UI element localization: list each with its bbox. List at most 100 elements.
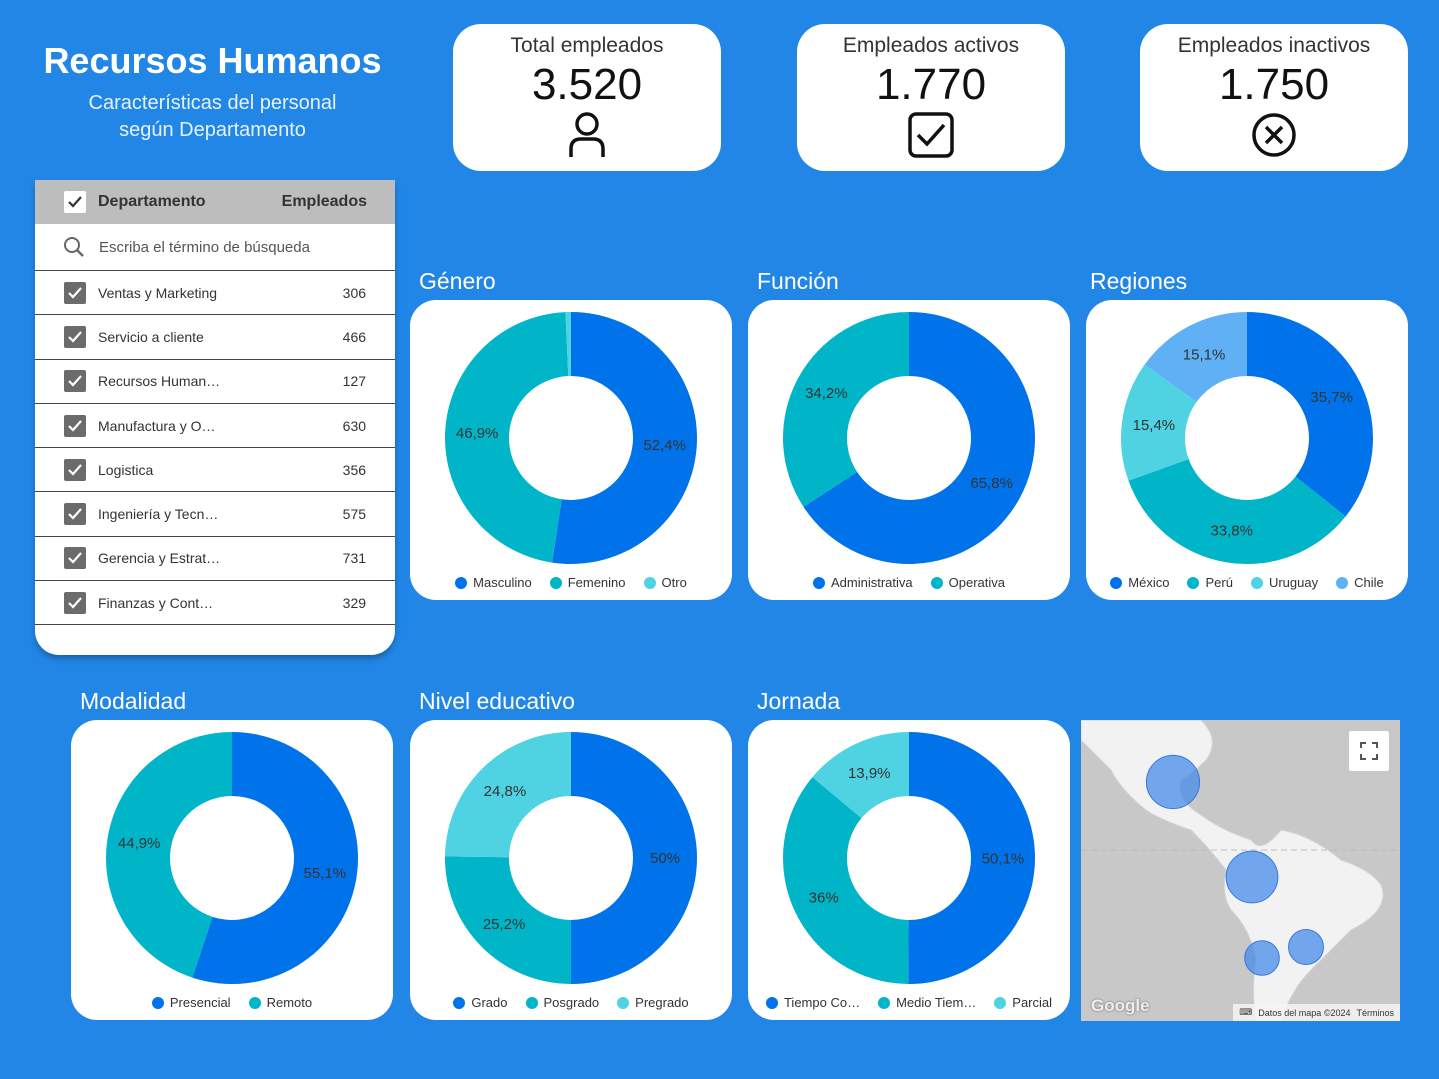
region-bubble-map[interactable]: Google ⌨ Datos del mapa ©2024 Términos bbox=[1081, 720, 1400, 1021]
slice-label: 33,8% bbox=[1210, 523, 1253, 540]
legend-label: Femenino bbox=[567, 575, 626, 590]
google-logo: Google bbox=[1091, 996, 1150, 1015]
legend-label: Medio Tiem… bbox=[896, 995, 977, 1010]
employee-count: 306 bbox=[342, 284, 367, 301]
legend-swatch bbox=[1110, 576, 1123, 589]
legend-item[interactable]: Operativa bbox=[930, 575, 1005, 590]
employee-count: 575 bbox=[342, 506, 367, 523]
table-row[interactable]: Finanzas y Contabilidad 329 bbox=[35, 581, 395, 626]
search-input[interactable]: Escriba el término de búsqueda bbox=[99, 239, 310, 256]
slice-label: 44,9% bbox=[118, 835, 161, 852]
row-checkbox[interactable] bbox=[64, 503, 86, 526]
table-row[interactable]: Recursos Humanos 127 bbox=[35, 360, 395, 404]
row-checkbox[interactable] bbox=[64, 281, 86, 304]
row-checkbox[interactable] bbox=[64, 591, 86, 614]
row-checkbox[interactable] bbox=[64, 414, 86, 437]
column-header-employees[interactable]: Empleados bbox=[282, 193, 367, 211]
select-all-checkbox[interactable] bbox=[64, 191, 86, 213]
chart-legend: Presencial Remoto bbox=[71, 995, 393, 1010]
person-icon bbox=[453, 111, 721, 159]
department-name: Recursos Humanos bbox=[98, 373, 221, 390]
legend-label: Grado bbox=[471, 995, 508, 1010]
map-bubble[interactable] bbox=[1244, 940, 1280, 976]
table-row[interactable]: Ventas y Marketing 306 bbox=[35, 271, 395, 316]
legend-swatch bbox=[878, 996, 891, 1009]
kpi-total-label: Total empleados bbox=[510, 34, 664, 57]
donut-slice[interactable] bbox=[1247, 312, 1373, 517]
fullscreen-button[interactable] bbox=[1349, 731, 1389, 771]
table-header: Departamento Empleados bbox=[35, 180, 395, 224]
checkbox-checked-icon bbox=[797, 111, 1065, 159]
row-checkbox[interactable] bbox=[64, 547, 86, 570]
row-checkbox[interactable] bbox=[64, 458, 86, 481]
search-bar[interactable]: Escriba el término de búsqueda bbox=[35, 224, 395, 271]
table-row[interactable]: Gerencia y Estrategia 731 bbox=[35, 537, 395, 582]
legend-item[interactable]: Administrativa bbox=[812, 575, 913, 590]
legend-swatch bbox=[248, 996, 261, 1009]
legend-item[interactable]: Pregrado bbox=[617, 995, 689, 1010]
legend-item[interactable]: Presencial bbox=[151, 995, 231, 1010]
keyboard-icon[interactable]: ⌨ bbox=[1239, 1007, 1252, 1018]
slice-label: 35,7% bbox=[1310, 389, 1353, 406]
donut-card-modalidad: 55,1% 44,9% Presencial Remoto bbox=[71, 720, 393, 1020]
table-row[interactable]: Manufactura y Operacion… 630 bbox=[35, 404, 395, 449]
legend-item[interactable]: Remoto bbox=[248, 995, 313, 1010]
legend-label: México bbox=[1128, 575, 1170, 590]
department-name: Servicio a cliente bbox=[98, 328, 204, 345]
kpi-total-value: 3.520 bbox=[531, 60, 643, 109]
map-bubble[interactable] bbox=[1225, 850, 1279, 904]
row-checkbox[interactable] bbox=[64, 370, 86, 393]
legend-swatch bbox=[455, 576, 468, 589]
chart-title-nivel-educativo: Nivel educativo bbox=[419, 688, 575, 714]
legend-label: Presencial bbox=[169, 995, 231, 1010]
legend-item[interactable]: Masculino bbox=[455, 575, 532, 590]
employee-count: 731 bbox=[342, 550, 367, 567]
map-bubble[interactable] bbox=[1145, 754, 1201, 810]
map-terms-link[interactable]: Términos bbox=[1356, 1008, 1394, 1018]
legend-swatch bbox=[643, 576, 656, 589]
kpi-active-card: Empleados activos 1.770 bbox=[797, 24, 1065, 171]
legend-item[interactable]: Posgrado bbox=[525, 995, 599, 1010]
legend-item[interactable]: Otro bbox=[643, 575, 687, 590]
legend-swatch bbox=[930, 576, 943, 589]
column-header-department[interactable]: Departamento bbox=[98, 193, 282, 211]
donut-card-regiones: 35,7% 33,8% 15,4% 15,1% México Perú Uruguay Chi… bbox=[1086, 300, 1408, 600]
table-row[interactable]: Servicio a cliente 466 bbox=[35, 315, 395, 360]
slice-label: 50,1% bbox=[982, 850, 1025, 867]
slice-label: 13,9% bbox=[848, 765, 891, 782]
map-bubble[interactable] bbox=[1288, 929, 1324, 965]
slice-label: 36% bbox=[809, 889, 839, 906]
chart-title-funcion: Función bbox=[757, 268, 839, 294]
legend-swatch bbox=[151, 996, 164, 1009]
legend-swatch bbox=[765, 996, 778, 1009]
legend-item[interactable]: Chile bbox=[1336, 575, 1384, 590]
employee-count: 356 bbox=[342, 461, 367, 478]
legend-label: Parcial bbox=[1012, 995, 1053, 1010]
chart-legend: Masculino Femenino Otro bbox=[410, 575, 732, 590]
chart-title-jornada: Jornada bbox=[757, 688, 841, 714]
legend-item[interactable]: Tiempo Co… bbox=[765, 995, 860, 1010]
legend-item[interactable]: Uruguay bbox=[1250, 575, 1318, 590]
legend-item[interactable]: Parcial bbox=[994, 995, 1052, 1010]
donut-chart: 50% 25,2% 24,8% bbox=[444, 732, 697, 984]
table-row[interactable]: Ingeniería y Tecnología 575 bbox=[35, 492, 395, 537]
legend-swatch bbox=[1250, 576, 1263, 589]
legend-item[interactable]: Perú bbox=[1187, 575, 1233, 590]
fullscreen-icon bbox=[1360, 742, 1378, 760]
row-checkbox[interactable] bbox=[64, 325, 86, 348]
kpi-total-card: Total empleados 3.520 bbox=[453, 24, 721, 171]
donut-slice[interactable] bbox=[783, 777, 909, 984]
map-attribution: Datos del mapa ©2024 bbox=[1258, 1007, 1351, 1018]
legend-label: Perú bbox=[1205, 575, 1233, 590]
donut-slice[interactable] bbox=[783, 312, 909, 507]
legend-item[interactable]: México bbox=[1110, 575, 1169, 590]
legend-label: Remoto bbox=[266, 995, 313, 1010]
donut-card-genero: 52,4% 46,9% Masculino Femenino Otro bbox=[410, 300, 732, 600]
legend-item[interactable]: Grado bbox=[453, 995, 508, 1010]
table-row[interactable]: Logistica 356 bbox=[35, 448, 395, 493]
legend-swatch bbox=[812, 576, 825, 589]
chart-legend: Grado Posgrado Pregrado bbox=[410, 995, 732, 1010]
legend-item[interactable]: Femenino bbox=[549, 575, 626, 590]
department-name: Ingeniería y Tecnología bbox=[98, 506, 220, 523]
legend-item[interactable]: Medio Tiem… bbox=[878, 995, 976, 1010]
